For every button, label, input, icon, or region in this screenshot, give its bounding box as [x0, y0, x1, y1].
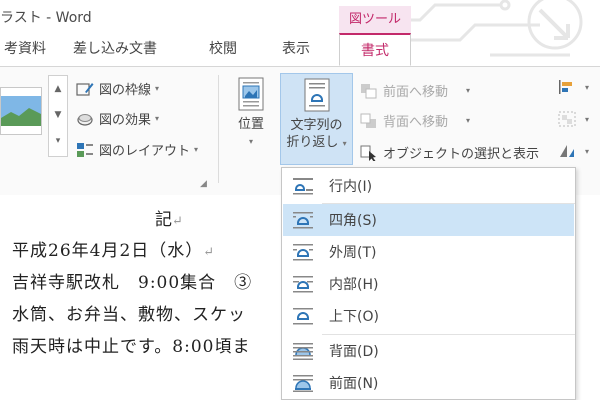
wrap-front-icon	[293, 375, 313, 392]
send-backward-icon	[360, 113, 376, 128]
wrap-option-label: 前面(N)	[329, 376, 379, 392]
chevron-down-icon: ▾	[585, 146, 590, 156]
rotate-button[interactable]: ▾	[558, 143, 589, 159]
chevron-down-icon: ▾	[248, 137, 253, 146]
selection-pane-icon	[360, 145, 376, 161]
wrap-option-behind-text[interactable]: 背面(D)	[283, 335, 574, 367]
chevron-down-icon: ▾	[155, 84, 160, 93]
picture-style-thumbnail[interactable]	[0, 87, 42, 135]
wrap-option-label: 上下(O)	[329, 309, 379, 325]
group-divider	[218, 75, 219, 183]
position-button[interactable]: 位置 ▾	[226, 73, 276, 165]
window-title: ラスト - Word	[0, 10, 92, 26]
picture-tools-context-label: 図ツール	[339, 6, 411, 33]
gallery-more-icon[interactable]: ▾	[49, 128, 67, 154]
picture-border-button[interactable]: 図の枠線 ▾	[76, 79, 159, 98]
wrap-option-label: 外周(T)	[329, 245, 377, 261]
chevron-down-icon: ▾	[194, 145, 199, 154]
wrap-option-tight[interactable]: 外周(T)	[283, 236, 574, 268]
send-backward-button[interactable]: 背面へ移動 ▾	[360, 111, 470, 130]
chevron-down-icon: ▾	[466, 86, 471, 95]
doc-line-date: 平成26年4月2日（水）↵	[12, 241, 216, 261]
wrap-text-menu: 行内(I) 四角(S) 外周(T) 内部(H) 上下(O) 背面(D) 前面(N…	[281, 167, 576, 400]
wrap-option-label: 四角(S)	[329, 213, 377, 229]
bring-forward-label: 前面へ移動	[383, 85, 449, 100]
wrap-text-icon	[304, 78, 329, 112]
doc-line-meeting: 吉祥寺駅改札 9:00集合 ③	[12, 273, 253, 293]
gallery-down-icon[interactable]: ▼	[49, 102, 67, 128]
wrap-tight-icon	[293, 244, 313, 261]
wrap-inline-icon	[293, 178, 313, 195]
picture-layout-label: 図のレイアウト	[99, 144, 191, 159]
wrap-text-label-line2: 折り返し ▾	[286, 135, 347, 150]
rotate-icon	[560, 145, 574, 157]
wrap-option-inline[interactable]: 行内(I)	[283, 170, 574, 202]
wrap-topbottom-icon	[293, 308, 313, 325]
picture-layout-icon	[77, 142, 93, 157]
tab-format[interactable]: 書式	[339, 33, 411, 66]
align-icon	[559, 80, 572, 94]
style-gallery-scroll[interactable]: ▲ ▼ ▾	[48, 75, 68, 157]
wrap-text-button[interactable]: 文字列の 折り返し ▾	[280, 73, 353, 165]
tab-view[interactable]: 表示	[271, 33, 321, 66]
group-objects-button[interactable]: ▾	[558, 111, 589, 127]
group-icon	[558, 111, 576, 127]
picture-border-label: 図の枠線	[99, 83, 152, 98]
wrap-option-label: 内部(H)	[329, 277, 379, 293]
paragraph-mark-icon: ↵	[203, 245, 216, 260]
paragraph-mark-icon: ↵	[172, 214, 183, 229]
tab-references[interactable]: 考資料	[0, 33, 50, 66]
wrap-option-top-bottom[interactable]: 上下(O)	[283, 300, 574, 332]
send-backward-label: 背面へ移動	[383, 115, 449, 130]
wrap-through-icon	[293, 276, 313, 293]
effects-icon	[77, 113, 93, 126]
chevron-down-icon: ▾	[342, 139, 347, 148]
title-bar: ラスト - Word 図ツール	[0, 0, 600, 57]
position-icon	[238, 77, 264, 111]
selection-pane-label: オブジェクトの選択と表示	[383, 147, 540, 162]
tab-review[interactable]: 校閲	[198, 33, 248, 66]
align-button[interactable]: ▾	[558, 79, 589, 95]
wrap-option-through[interactable]: 内部(H)	[283, 268, 574, 300]
ribbon-tabs: 考資料 差し込み文書 校閲 表示 書式	[0, 33, 600, 66]
tab-mailings[interactable]: 差し込み文書	[60, 33, 170, 66]
wrap-option-square[interactable]: 四角(S)	[283, 204, 574, 236]
bring-forward-icon	[361, 83, 377, 98]
dialog-launcher-icon[interactable]: ◢	[200, 179, 207, 189]
chevron-down-icon: ▾	[155, 114, 160, 123]
doc-heading: 記↵	[155, 210, 183, 230]
pencil-border-icon	[76, 82, 94, 96]
wrap-option-label: 背面(D)	[329, 344, 379, 360]
position-label: 位置	[237, 117, 264, 132]
chevron-down-icon: ▾	[585, 114, 590, 124]
gallery-up-icon[interactable]: ▲	[49, 76, 67, 102]
doc-line-items: 水筒、お弁当、敷物、スケッ	[12, 305, 246, 325]
bring-forward-button[interactable]: 前面へ移動 ▾	[360, 81, 470, 100]
picture-effects-button[interactable]: 図の効果 ▾	[76, 109, 159, 128]
chevron-down-icon: ▾	[466, 116, 471, 125]
doc-line-rain: 雨天時は中止です。8:00頃ま	[12, 337, 251, 357]
picture-effects-label: 図の効果	[99, 113, 152, 128]
selection-pane-button[interactable]: オブジェクトの選択と表示	[360, 143, 539, 162]
wrap-option-label: 行内(I)	[329, 179, 373, 195]
chevron-down-icon: ▾	[585, 82, 590, 92]
wrap-text-label-line1: 文字列の	[290, 118, 343, 133]
picture-layout-button[interactable]: 図のレイアウト ▾	[76, 140, 198, 159]
wrap-option-in-front[interactable]: 前面(N)	[283, 367, 574, 399]
wrap-behind-icon	[293, 343, 313, 360]
wrap-square-icon	[293, 212, 313, 229]
